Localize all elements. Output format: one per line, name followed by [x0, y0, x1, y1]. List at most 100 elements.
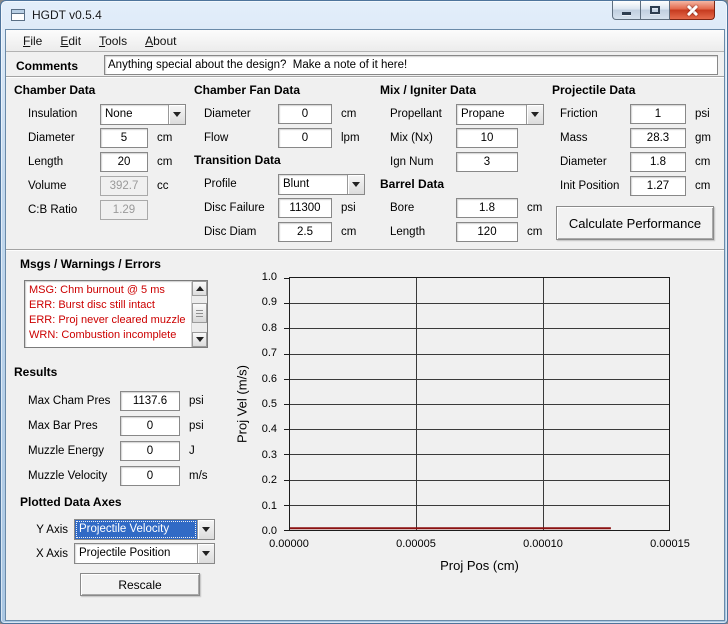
- app-icon: [11, 9, 25, 21]
- messages-listbox[interactable]: MSG: Chm burnout @ 5 ms ERR: Burst disc …: [24, 280, 208, 348]
- mass-row: Mass gm: [552, 126, 718, 150]
- maximize-button[interactable]: [641, 1, 670, 20]
- ign-num-input[interactable]: [456, 152, 518, 172]
- muzzle-velocity-row: Muzzle Velocity m/s: [28, 463, 248, 488]
- muzzle-velocity-output: [120, 466, 180, 486]
- fan-diameter-label: Diameter: [204, 108, 278, 120]
- mass-input[interactable]: [630, 128, 686, 148]
- max-cham-pres-row: Max Cham Pres psi: [28, 388, 248, 413]
- friction-label: Friction: [560, 108, 630, 120]
- x-axis-dropdown[interactable]: Projectile Position: [74, 543, 215, 564]
- y-axis-dropdown[interactable]: Projectile Velocity: [74, 519, 215, 540]
- message-line: ERR: Proj never cleared muzzle: [29, 313, 191, 328]
- proj-diameter-input[interactable]: [630, 152, 686, 172]
- chamber-length-input[interactable]: [100, 152, 148, 172]
- menu-file[interactable]: File: [14, 32, 51, 50]
- y-tick-label: 0.5: [231, 398, 277, 410]
- chamber-fan-section: Chamber Fan Data Diameter cm Flow lpm Tr…: [194, 80, 380, 244]
- insulation-dropdown[interactable]: None: [100, 104, 186, 125]
- barrel-length-row: Length cm: [380, 220, 552, 244]
- max-cham-pres-label: Max Cham Pres: [28, 395, 120, 407]
- y-tick-label: 0.0: [231, 525, 277, 537]
- fan-diameter-unit: cm: [341, 108, 356, 120]
- disc-diam-unit: cm: [341, 226, 356, 238]
- rescale-button[interactable]: Rescale: [80, 573, 200, 596]
- propellant-label: Propellant: [390, 108, 456, 120]
- fan-flow-input[interactable]: [278, 128, 332, 148]
- init-position-label: Init Position: [560, 180, 630, 192]
- title-bar[interactable]: HGDT v0.5.4: [1, 1, 727, 29]
- projectile-data-section: Projectile Data Friction psi Mass gm Dia…: [552, 80, 718, 240]
- disc-failure-label: Disc Failure: [204, 202, 278, 214]
- mix-igniter-section: Mix / Igniter Data Propellant Propane Mi…: [380, 80, 552, 244]
- bore-input[interactable]: [456, 198, 518, 218]
- close-button[interactable]: [670, 1, 715, 20]
- ign-num-label: Ign Num: [390, 156, 456, 168]
- fan-diameter-input[interactable]: [278, 104, 332, 124]
- chamber-length-unit: cm: [157, 156, 172, 168]
- y-tick-label: 0.7: [231, 347, 277, 359]
- results-section: Max Cham Pres psi Max Bar Pres psi Muzzl…: [28, 388, 248, 488]
- scroll-up-button[interactable]: [192, 281, 207, 296]
- max-bar-pres-row: Max Bar Pres psi: [28, 413, 248, 438]
- max-bar-pres-output: [120, 416, 180, 436]
- barrel-length-input[interactable]: [456, 222, 518, 242]
- transition-data-title: Transition Data: [194, 150, 380, 172]
- x-axis-row: X Axis Projectile Position: [26, 543, 215, 564]
- disc-failure-unit: psi: [341, 202, 356, 214]
- init-position-input[interactable]: [630, 176, 686, 196]
- disc-diam-input[interactable]: [278, 222, 332, 242]
- projectile-data-title: Projectile Data: [552, 80, 718, 102]
- y-tick-label: 0.2: [231, 474, 277, 486]
- chamber-data-title: Chamber Data: [14, 80, 192, 102]
- y-tick-mark: [284, 530, 290, 531]
- message-line: WRN: Combustion incomplete: [29, 328, 191, 343]
- friction-unit: psi: [695, 108, 710, 120]
- mix-nx-label: Mix (Nx): [390, 132, 456, 144]
- messages-scrollbar[interactable]: [191, 281, 207, 347]
- comments-label: Comments: [16, 59, 78, 73]
- y-tick-label: 0.3: [231, 449, 277, 461]
- disc-failure-input[interactable]: [278, 198, 332, 218]
- bore-unit: cm: [527, 202, 542, 214]
- comments-input[interactable]: [104, 55, 718, 75]
- mix-nx-input[interactable]: [456, 128, 518, 148]
- friction-input[interactable]: [630, 104, 686, 124]
- muzzle-energy-label: Muzzle Energy: [28, 445, 120, 457]
- messages-title: Msgs / Warnings / Errors: [20, 257, 161, 271]
- disc-diam-label: Disc Diam: [204, 226, 278, 238]
- profile-dropdown[interactable]: Blunt: [278, 174, 365, 195]
- scroll-down-button[interactable]: [192, 332, 207, 347]
- muzzle-velocity-unit: m/s: [189, 470, 208, 482]
- max-cham-pres-output: [120, 391, 180, 411]
- chevron-down-icon: [202, 527, 210, 532]
- menu-tools[interactable]: Tools: [90, 32, 136, 50]
- fan-flow-unit: lpm: [341, 132, 360, 144]
- chamber-diameter-input[interactable]: [100, 128, 148, 148]
- calculate-performance-button[interactable]: Calculate Performance: [556, 206, 714, 240]
- minimize-button[interactable]: [612, 1, 641, 20]
- muzzle-energy-unit: J: [189, 445, 195, 457]
- muzzle-energy-output: [120, 441, 180, 461]
- menu-edit[interactable]: Edit: [51, 32, 90, 50]
- chamber-diameter-row: Diameter cm: [14, 126, 192, 150]
- init-position-row: Init Position cm: [552, 174, 718, 198]
- messages-lines: MSG: Chm burnout @ 5 ms ERR: Burst disc …: [25, 281, 191, 347]
- x-tick-label: 0.00015: [635, 538, 705, 550]
- ign-num-row: Ign Num: [380, 150, 552, 174]
- x-axis-label: X Axis: [26, 548, 68, 560]
- x-tick-label: 0.00000: [254, 538, 324, 550]
- scroll-thumb[interactable]: [192, 303, 207, 323]
- cb-ratio-row: C:B Ratio: [14, 198, 192, 222]
- chevron-down-icon: [173, 112, 181, 117]
- propellant-dropdown[interactable]: Propane: [456, 104, 544, 125]
- proj-diameter-row: Diameter cm: [552, 150, 718, 174]
- chamber-length-label: Length: [28, 156, 100, 168]
- disc-diam-row: Disc Diam cm: [194, 220, 380, 244]
- chart-y-tick-labels: 0.00.10.20.30.40.50.60.70.80.91.0: [231, 277, 281, 531]
- y-axis-label: Y Axis: [26, 524, 68, 536]
- chamber-data-section: Chamber Data Insulation None Diameter cm…: [14, 80, 192, 222]
- y-tick-label: 0.4: [231, 423, 277, 435]
- menu-about[interactable]: About: [136, 32, 185, 50]
- proj-diameter-unit: cm: [695, 156, 710, 168]
